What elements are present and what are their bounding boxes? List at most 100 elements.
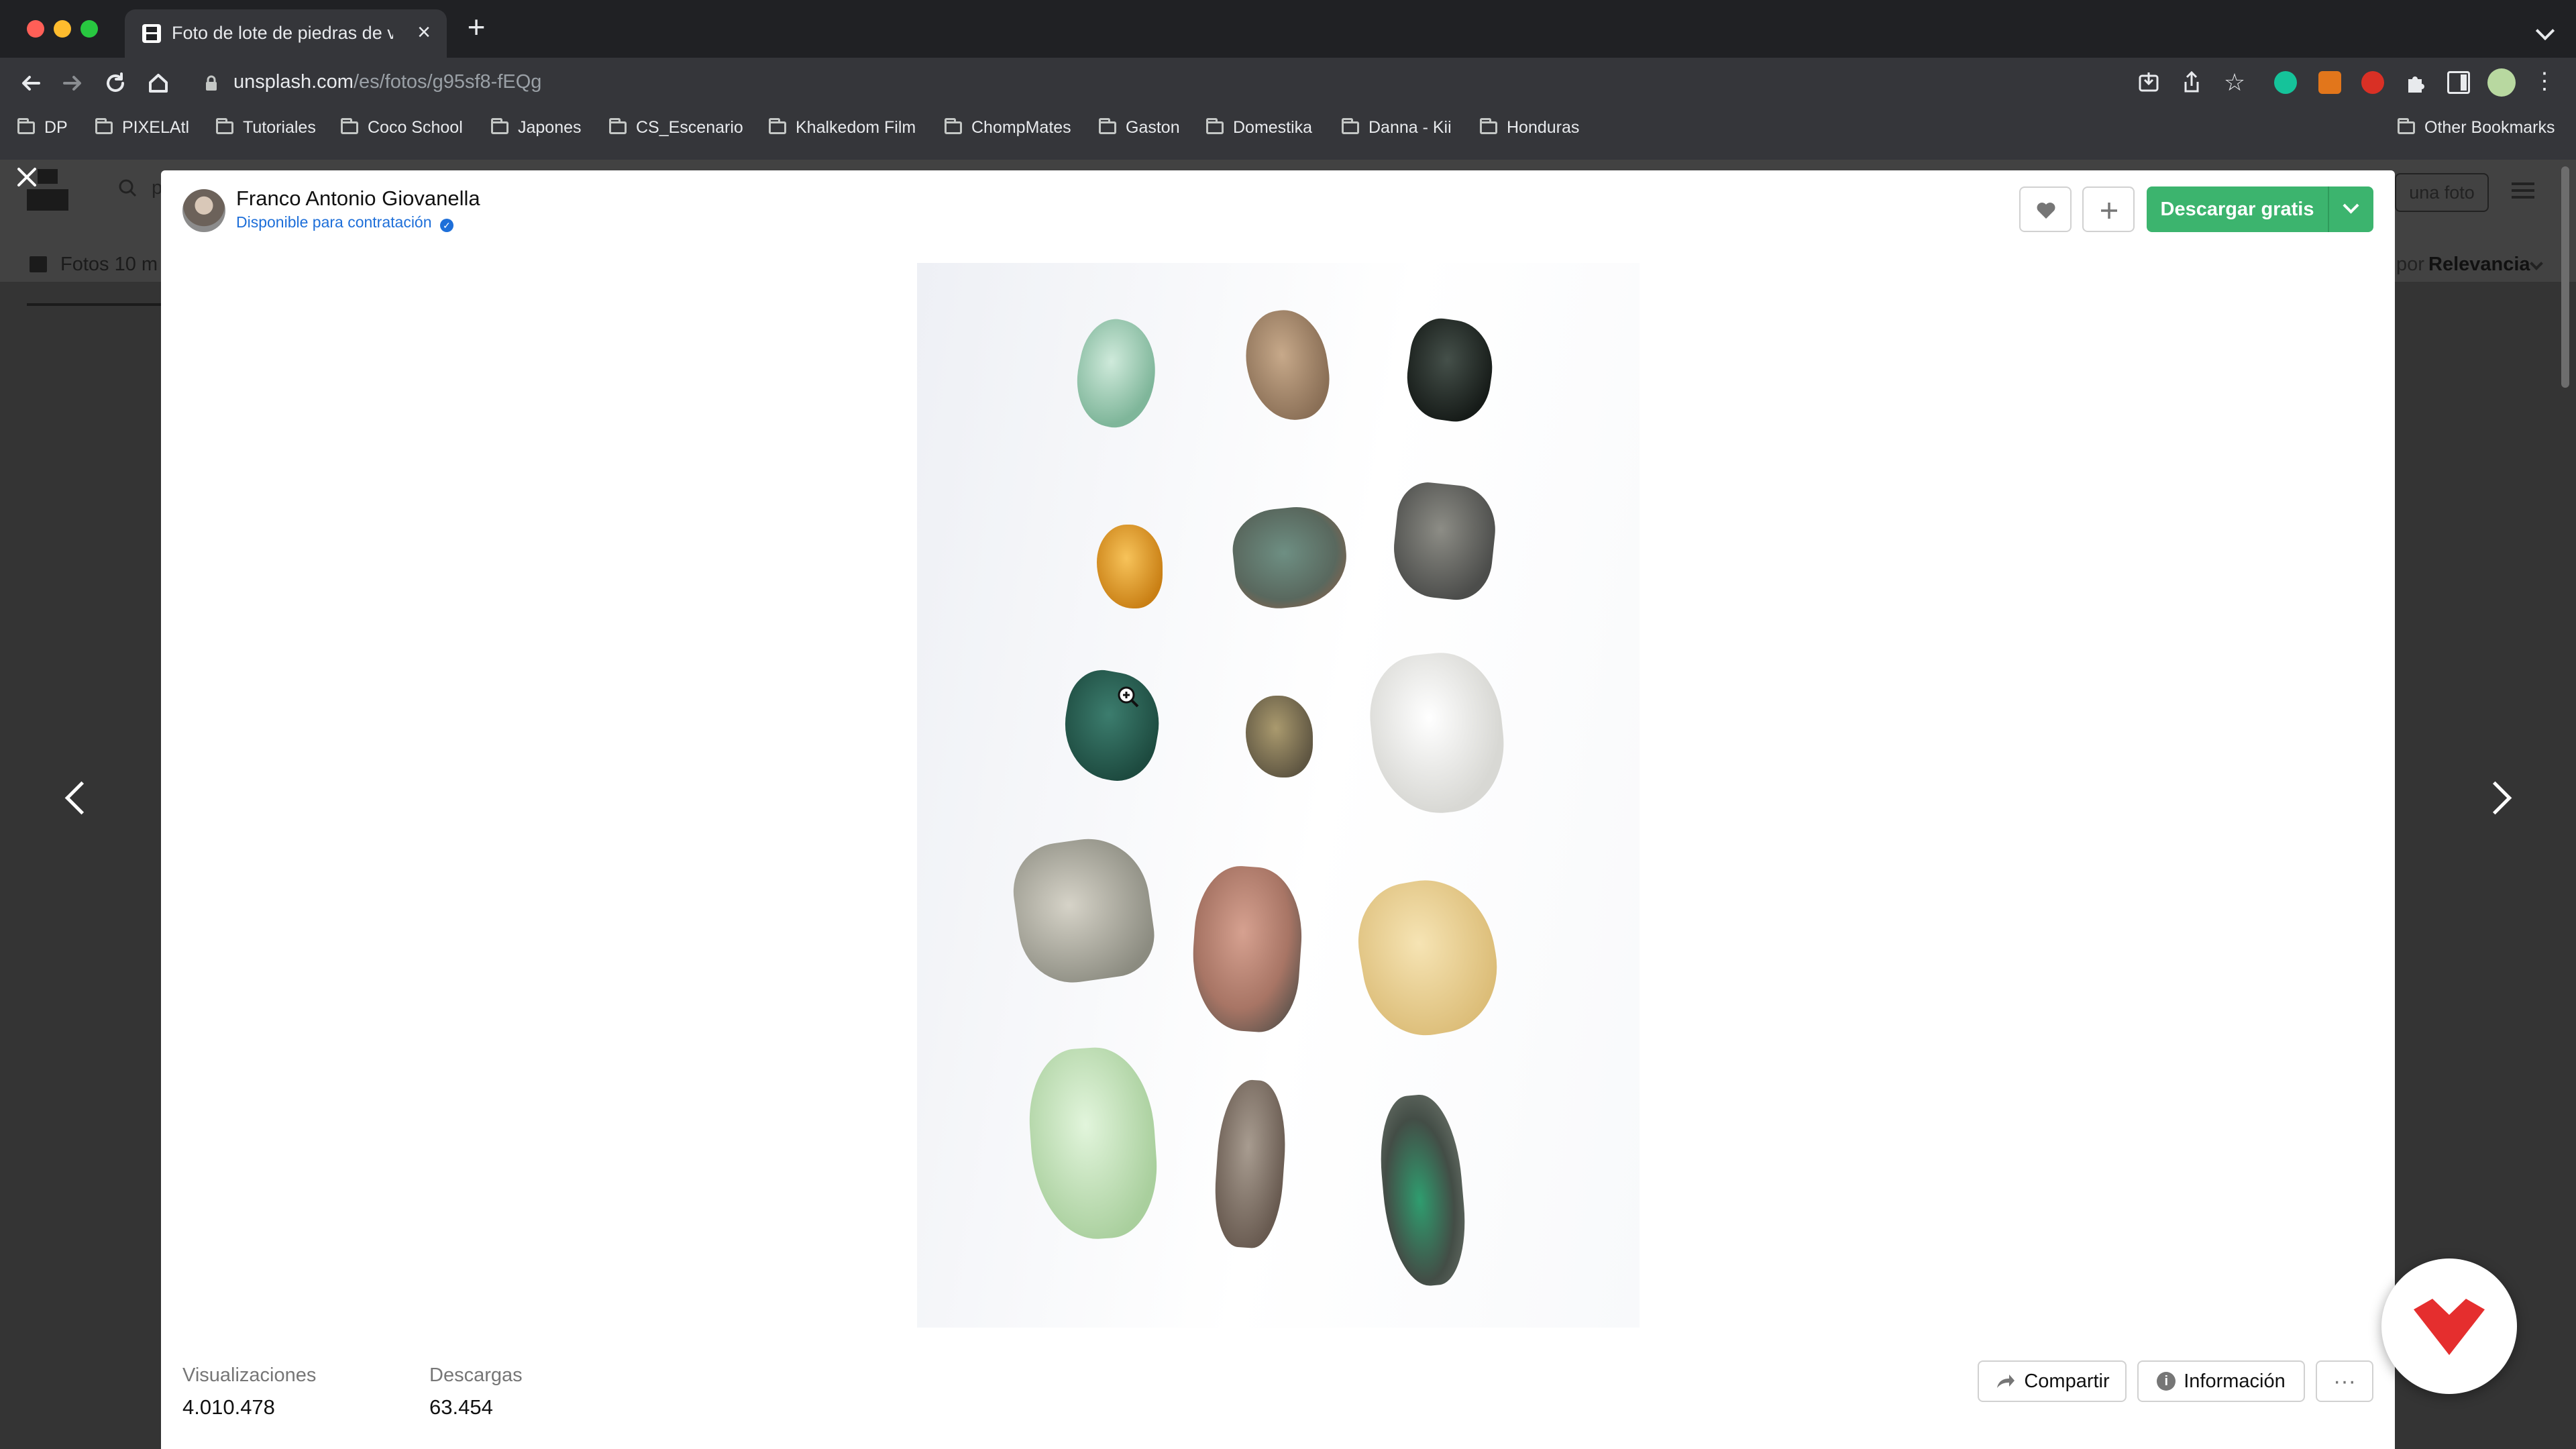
profile-avatar[interactable] (2487, 68, 2516, 97)
pyrite-stone (1246, 696, 1313, 777)
black-tourmaline-stone (1401, 315, 1499, 426)
metamask-extension-icon[interactable] (2318, 71, 2341, 94)
chevron-down-icon (2343, 197, 2359, 214)
views-value: 4.010.478 (182, 1395, 275, 1419)
plus-icon (2099, 201, 2119, 221)
background-sort-prefix: por (2396, 254, 2424, 275)
emerald-matrix-stone (1375, 1091, 1471, 1289)
bookmark-pixelatl[interactable]: PIXELAtl (95, 111, 189, 144)
domestika-logo-icon (2414, 1299, 2485, 1355)
tab-search-chevron-icon[interactable] (2535, 21, 2555, 41)
reload-icon[interactable] (102, 70, 129, 97)
folder-icon (1480, 117, 1497, 134)
verified-icon: ✓ (439, 219, 453, 232)
grammarly-extension-icon[interactable] (2274, 71, 2297, 94)
info-icon: i (2157, 1372, 2176, 1391)
folder-icon (17, 117, 35, 134)
download-button-group: Descargar gratis (2147, 186, 2373, 232)
url-text: unsplash.com/es/fotos/g95sf8-fEQg (233, 71, 542, 93)
background-submit-photo-button: una foto (2395, 173, 2489, 212)
share-button[interactable]: Compartir (1978, 1360, 2127, 1402)
folder-icon (609, 117, 627, 134)
main-photo[interactable] (917, 263, 1640, 1328)
bookmark-honduras[interactable]: Honduras (1480, 111, 1579, 144)
author-name[interactable]: Franco Antonio Giovanella (236, 186, 480, 211)
side-panel-icon[interactable] (2447, 71, 2470, 94)
bookmark-coco-school[interactable]: Coco School (341, 111, 463, 144)
malachite-stone (1056, 665, 1167, 787)
clear-quartz-stone (1364, 647, 1511, 820)
address-bar[interactable]: unsplash.com/es/fotos/g95sf8-fEQg (188, 62, 2200, 105)
views-label: Visualizaciones (182, 1364, 317, 1386)
photos-tab-icon (30, 256, 47, 272)
like-button[interactable] (2019, 186, 2072, 232)
bookmark-khalkedom-film[interactable]: Khalkedom Film (769, 111, 916, 144)
share-page-icon[interactable] (2179, 70, 2204, 95)
close-modal-icon[interactable] (13, 164, 40, 191)
folder-icon (945, 117, 962, 134)
yellow-calcite-stone (1348, 869, 1508, 1045)
sort-chevron-icon (2530, 257, 2543, 270)
extensions-puzzle-icon[interactable] (2403, 70, 2428, 95)
download-free-button[interactable]: Descargar gratis (2147, 186, 2328, 232)
light-green-calcite-stone (1024, 1043, 1162, 1244)
maximize-window-button[interactable] (80, 20, 98, 38)
folder-icon (769, 117, 786, 134)
share-icon (1994, 1372, 2016, 1391)
bookmark-star-icon[interactable]: ☆ (2222, 70, 2247, 95)
forward-icon[interactable] (59, 70, 86, 97)
domestika-badge[interactable] (2381, 1258, 2517, 1394)
bookmark-chompmates[interactable]: ChompMates (945, 111, 1071, 144)
home-icon[interactable] (145, 70, 172, 97)
close-tab-icon[interactable]: × (411, 19, 437, 46)
install-app-icon[interactable] (2136, 70, 2161, 95)
background-menu-icon (2512, 180, 2538, 204)
bookmark-japones[interactable]: Japones (491, 111, 582, 144)
info-button[interactable]: i Información (2137, 1360, 2305, 1402)
red-extension-icon[interactable] (2361, 71, 2384, 94)
folder-icon (1342, 117, 1359, 134)
downloads-value: 63.454 (429, 1395, 493, 1419)
folder-icon (95, 117, 113, 134)
chevron-right-icon (2478, 781, 2512, 815)
add-to-collection-button[interactable] (2082, 186, 2135, 232)
bookmark-domestika[interactable]: Domestika (1206, 111, 1312, 144)
unsplash-favicon-icon (142, 24, 161, 43)
download-size-dropdown[interactable] (2329, 186, 2373, 232)
page-scrollbar[interactable] (2561, 166, 2569, 388)
smoky-crystal-stone (1211, 1077, 1290, 1250)
bookmark-tutoriales[interactable]: Tutoriales (216, 111, 316, 144)
background-photos-tab: Fotos 10 m (60, 254, 158, 275)
pyrite-cluster-stone (1389, 479, 1500, 604)
more-actions-button[interactable]: ··· (2316, 1360, 2373, 1402)
heart-icon (2036, 201, 2056, 220)
pink-feldspar-stone (1187, 863, 1307, 1035)
bookmark-danna-kii[interactable]: Danna - Kii (1342, 111, 1452, 144)
browser-tab-active[interactable]: Foto de lote de piedras de vario × (125, 9, 447, 58)
close-window-button[interactable] (27, 20, 44, 38)
folder-icon (216, 117, 233, 134)
green-stone (1067, 313, 1166, 435)
bookmark-gaston[interactable]: Gaston (1099, 111, 1180, 144)
downloads-label: Descargas (429, 1364, 523, 1386)
new-tab-icon[interactable]: + (463, 11, 490, 42)
chevron-left-icon (64, 781, 99, 815)
minimize-window-button[interactable] (54, 20, 71, 38)
author-avatar[interactable] (182, 189, 225, 232)
background-search-icon (118, 178, 137, 197)
green-red-mineral-stone (1228, 502, 1352, 613)
chrome-menu-icon[interactable]: ⋮ (2533, 70, 2556, 97)
folder-icon (491, 117, 508, 134)
lock-icon (205, 75, 217, 91)
bookmark-dp[interactable]: DP (17, 111, 68, 144)
folder-icon (1206, 117, 1224, 134)
back-icon[interactable] (17, 70, 44, 97)
browser-toolbar: unsplash.com/es/fotos/g95sf8-fEQg ☆ ⋮ DP… (0, 58, 2576, 160)
bookmark-cs-escenario[interactable]: CS_Escenario (609, 111, 743, 144)
next-photo-button[interactable] (2478, 777, 2513, 817)
previous-photo-button[interactable] (60, 777, 99, 817)
author-hire-status[interactable]: Disponible para contratación ✓ (236, 213, 453, 232)
folder-icon (2398, 117, 2415, 134)
smoky-quartz-stone (1240, 305, 1335, 426)
bookmark-other-bookmarks[interactable]: Other Bookmarks (2398, 111, 2555, 144)
